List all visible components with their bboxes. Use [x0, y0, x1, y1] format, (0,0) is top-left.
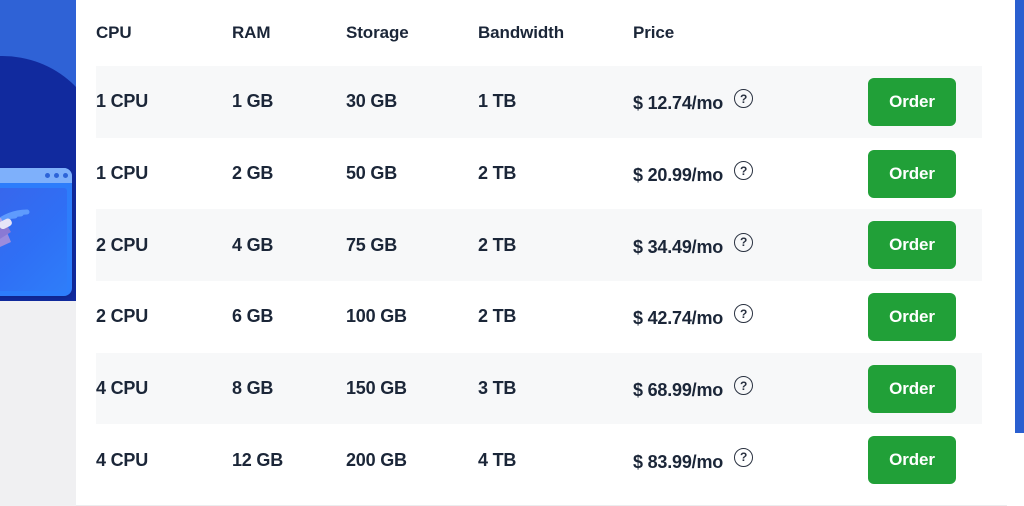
cell-cpu: 2 CPU — [96, 281, 232, 353]
cell-bandwidth: 4 TB — [478, 424, 633, 496]
cell-price: $ 42.74/mo? — [633, 281, 868, 353]
cell-cpu: 1 CPU — [96, 66, 232, 138]
column-header-storage: Storage — [346, 0, 478, 66]
cell-action: Order — [868, 281, 982, 353]
right-edge-strip — [1015, 0, 1024, 433]
table-header: CPU RAM Storage Bandwidth Price — [96, 0, 982, 66]
price-value: $ 12.74/mo — [633, 93, 723, 114]
cell-ram: 12 GB — [232, 424, 346, 496]
column-header-price: Price — [633, 0, 868, 66]
satellite-dish-signal-icon — [0, 188, 67, 291]
price-value: $ 68.99/mo — [633, 380, 723, 401]
table-row: 2 CPU 4 GB 75 GB 2 TB $ 34.49/mo? Order — [96, 209, 982, 281]
browser-window-illustration — [0, 168, 72, 296]
price-value: $ 83.99/mo — [633, 452, 723, 473]
cell-storage: 100 GB — [346, 281, 478, 353]
order-button[interactable]: Order — [868, 365, 956, 413]
cell-price: $ 20.99/mo? — [633, 138, 868, 210]
cell-action: Order — [868, 66, 982, 138]
price-value: $ 20.99/mo — [633, 165, 723, 186]
right-gutter — [1007, 0, 1015, 506]
table-row: 4 CPU 8 GB 150 GB 3 TB $ 68.99/mo? Order — [96, 353, 982, 425]
browser-viewport — [0, 188, 67, 291]
cell-price: $ 12.74/mo? — [633, 66, 868, 138]
browser-dot-icon — [63, 173, 68, 178]
table-row: 2 CPU 6 GB 100 GB 2 TB $ 42.74/mo? Order — [96, 281, 982, 353]
pricing-table-screen: CPU RAM Storage Bandwidth Price 1 CPU 1 … — [0, 0, 1024, 506]
cell-storage: 150 GB — [346, 353, 478, 425]
column-header-action — [868, 0, 982, 66]
help-icon-glyph: ? — [735, 93, 752, 105]
order-button[interactable]: Order — [868, 78, 956, 126]
cell-storage: 75 GB — [346, 209, 478, 281]
rail-blue-panel — [0, 0, 76, 301]
browser-titlebar — [0, 168, 72, 183]
table-row: 1 CPU 2 GB 50 GB 2 TB $ 20.99/mo? Order — [96, 138, 982, 210]
cell-cpu: 4 CPU — [96, 424, 232, 496]
help-icon-glyph: ? — [735, 379, 752, 391]
pricing-table: CPU RAM Storage Bandwidth Price 1 CPU 1 … — [96, 0, 982, 496]
table-row: 1 CPU 1 GB 30 GB 1 TB $ 12.74/mo? Order — [96, 66, 982, 138]
column-header-cpu: CPU — [96, 0, 232, 66]
cell-ram: 6 GB — [232, 281, 346, 353]
price-help-icon[interactable]: ? — [734, 89, 753, 108]
table-row: 4 CPU 12 GB 200 GB 4 TB $ 83.99/mo? Orde… — [96, 424, 982, 496]
browser-dot-icon — [45, 173, 50, 178]
cell-storage: 50 GB — [346, 138, 478, 210]
table-body: 1 CPU 1 GB 30 GB 1 TB $ 12.74/mo? Order … — [96, 66, 982, 496]
cell-bandwidth: 2 TB — [478, 209, 633, 281]
order-button[interactable]: Order — [868, 436, 956, 484]
price-help-icon[interactable]: ? — [734, 161, 753, 180]
cell-price: $ 34.49/mo? — [633, 209, 868, 281]
cell-ram: 4 GB — [232, 209, 346, 281]
cell-storage: 200 GB — [346, 424, 478, 496]
price-help-icon[interactable]: ? — [734, 376, 753, 395]
cell-cpu: 2 CPU — [96, 209, 232, 281]
left-decoration-rail — [0, 0, 76, 506]
cell-ram: 8 GB — [232, 353, 346, 425]
cell-bandwidth: 2 TB — [478, 138, 633, 210]
cell-bandwidth: 3 TB — [478, 353, 633, 425]
help-icon-glyph: ? — [735, 308, 752, 320]
table-header-row: CPU RAM Storage Bandwidth Price — [96, 0, 982, 66]
price-help-icon[interactable]: ? — [734, 304, 753, 323]
cell-bandwidth: 2 TB — [478, 281, 633, 353]
price-value: $ 34.49/mo — [633, 237, 723, 258]
cell-action: Order — [868, 424, 982, 496]
cell-action: Order — [868, 209, 982, 281]
cell-bandwidth: 1 TB — [478, 66, 633, 138]
cell-action: Order — [868, 353, 982, 425]
column-header-bandwidth: Bandwidth — [478, 0, 633, 66]
price-help-icon[interactable]: ? — [734, 233, 753, 252]
order-button[interactable]: Order — [868, 221, 956, 269]
column-header-ram: RAM — [232, 0, 346, 66]
cell-cpu: 1 CPU — [96, 138, 232, 210]
cell-price: $ 68.99/mo? — [633, 353, 868, 425]
cell-action: Order — [868, 138, 982, 210]
cell-storage: 30 GB — [346, 66, 478, 138]
help-icon-glyph: ? — [735, 164, 752, 176]
cell-ram: 2 GB — [232, 138, 346, 210]
price-help-icon[interactable]: ? — [734, 448, 753, 467]
help-icon-glyph: ? — [735, 451, 752, 463]
help-icon-glyph: ? — [735, 236, 752, 248]
order-button[interactable]: Order — [868, 293, 956, 341]
order-button[interactable]: Order — [868, 150, 956, 198]
cell-cpu: 4 CPU — [96, 353, 232, 425]
pricing-table-container: CPU RAM Storage Bandwidth Price 1 CPU 1 … — [96, 0, 982, 506]
browser-dot-icon — [54, 173, 59, 178]
cell-ram: 1 GB — [232, 66, 346, 138]
cell-price: $ 83.99/mo? — [633, 424, 868, 496]
price-value: $ 42.74/mo — [633, 308, 723, 329]
